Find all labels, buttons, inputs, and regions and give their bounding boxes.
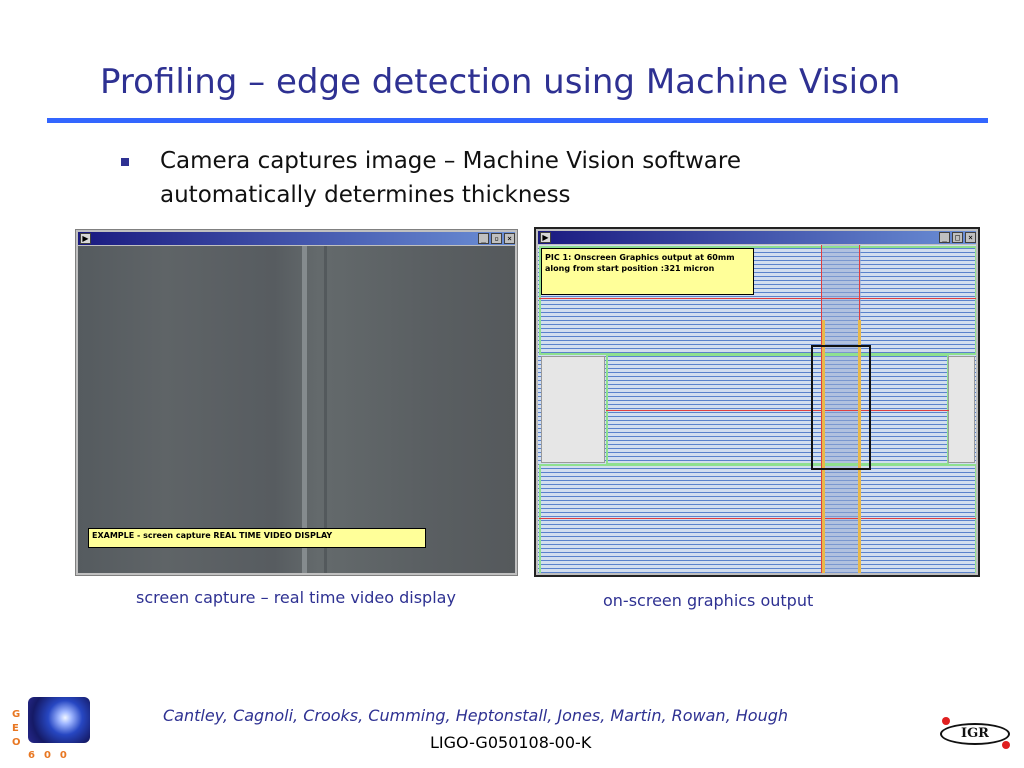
restore-button[interactable]: ▫ [491,233,502,244]
fiber-edge-streak [302,246,307,573]
right-reference-block [948,356,975,463]
bullet-text: Camera captures image – Machine Vision s… [160,148,741,208]
measurement-roi-box [811,345,871,470]
video-display-window: ▶ _ ▫ × EXAMPLE - screen capture REAL TI… [75,229,518,576]
close-button[interactable]: × [504,233,515,244]
geo-number: 600 [28,750,76,761]
video-frame: EXAMPLE - screen capture REAL TIME VIDEO… [78,246,515,573]
igr-dot-bottom [1002,741,1010,749]
geo-letter-g: G [12,709,21,720]
igr-logo: IGR [936,715,1016,755]
geo-letter-e: E [12,723,19,734]
window-titlebar[interactable]: ▶ _ □ × [538,231,976,244]
graphics-output-window: ▶ _ □ × PIC 1: Onscreen Graphics output … [534,227,980,577]
left-reference-block [541,356,605,463]
upper-measure-line [539,298,976,299]
lower-measure-line [539,518,976,519]
graphics-overlay-label: PIC 1: Onscreen Graphics output at 60mm … [541,248,754,295]
close-button[interactable]: × [965,232,976,243]
fiber-shadow-streak [324,246,327,573]
document-id: LIGO-G050108-00-K [430,733,592,752]
window-system-icon[interactable]: ▶ [540,232,551,243]
geo600-logo-image [28,697,90,743]
igr-dot-top [942,717,950,725]
middle-measure-line [606,410,949,411]
minimize-button[interactable]: _ [478,233,489,244]
minimize-button[interactable]: _ [939,232,950,243]
slide-title: Profiling – edge detection using Machine… [100,62,901,102]
title-divider [47,118,988,123]
geo-letter-o: O [12,737,21,748]
window-titlebar[interactable]: ▶ _ ▫ × [78,232,515,245]
igr-logo-text: IGR [940,723,1010,745]
video-overlay-label: EXAMPLE - screen capture REAL TIME VIDEO… [88,528,426,548]
window-system-icon[interactable]: ▶ [80,233,91,244]
graphics-canvas: PIC 1: Onscreen Graphics output at 60mm … [538,245,976,573]
maximize-button[interactable]: □ [952,232,963,243]
geo600-logo: G E O 600 [8,697,90,763]
left-caption: screen capture – real time video display [136,588,456,607]
right-caption: on-screen graphics output [603,591,814,610]
authors-line: Cantley, Cagnoli, Crooks, Cumming, Hepto… [163,706,788,725]
bullet-marker [121,158,129,166]
